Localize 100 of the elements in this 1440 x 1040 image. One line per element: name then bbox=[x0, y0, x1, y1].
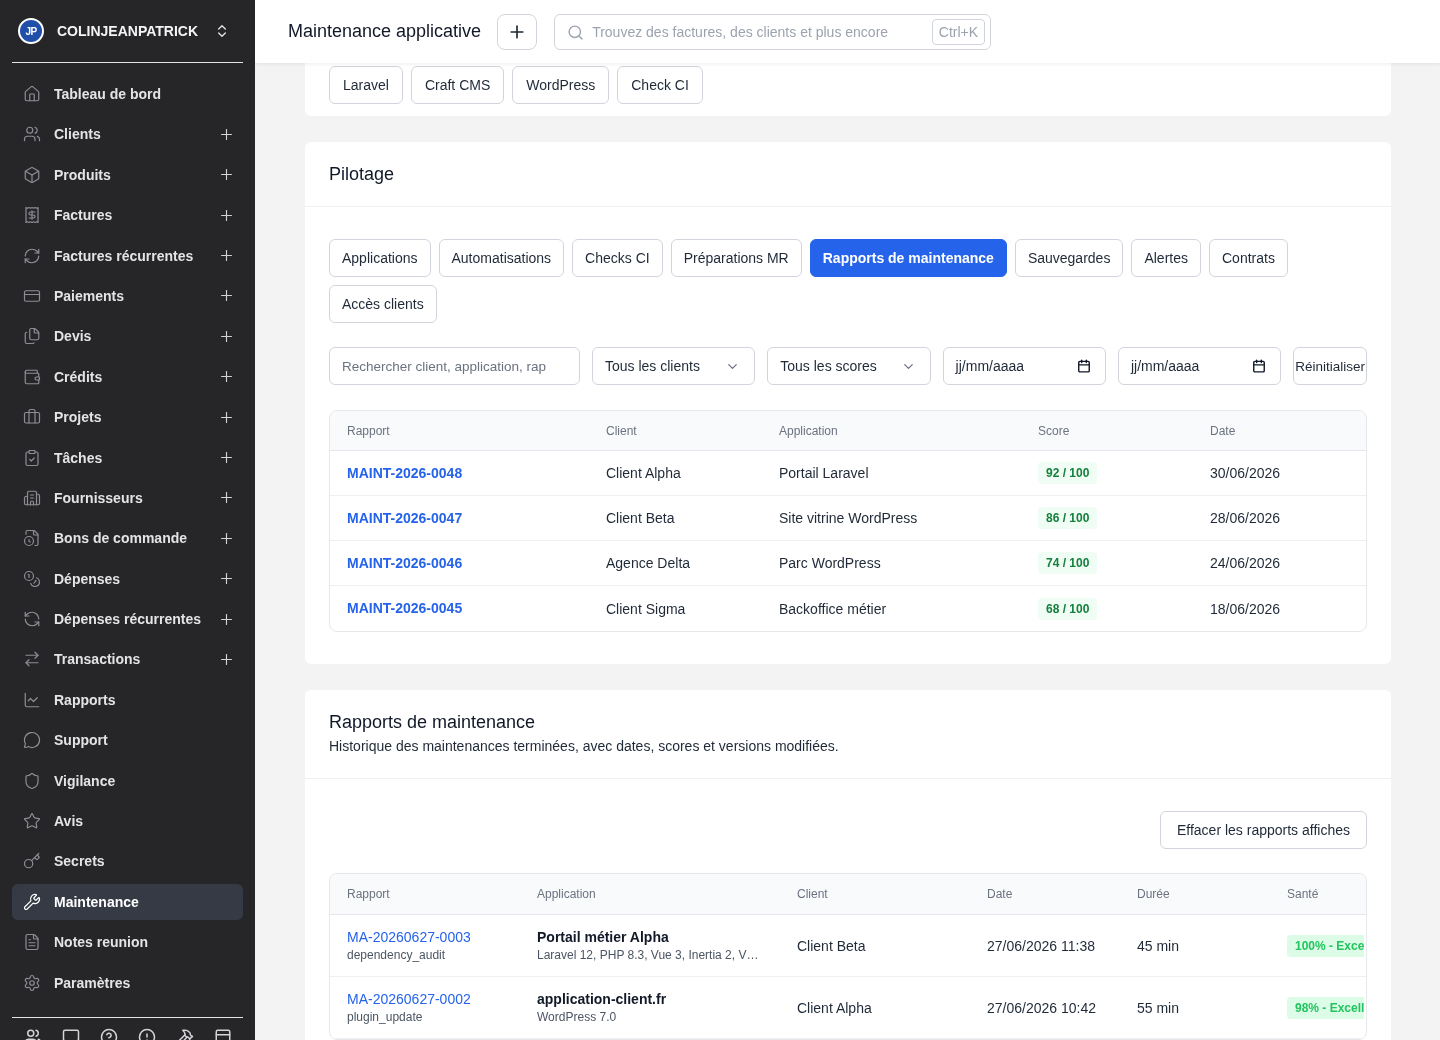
nav-item[interactable]: Factures bbox=[12, 197, 243, 234]
nav-item[interactable]: Paiements bbox=[12, 277, 243, 314]
tag-button[interactable]: Check CI bbox=[617, 66, 703, 104]
reset-button[interactable]: Réinitialiser bbox=[1293, 347, 1367, 385]
box-icon bbox=[23, 165, 41, 184]
tab[interactable]: Applications bbox=[329, 239, 431, 277]
table-cell: 45 min bbox=[1120, 915, 1270, 977]
nav-item[interactable]: Devis bbox=[12, 318, 243, 355]
plus-icon[interactable] bbox=[218, 449, 235, 466]
document-icon bbox=[23, 933, 41, 952]
clipboard-check-icon bbox=[23, 448, 41, 467]
refresh-icon bbox=[23, 610, 41, 629]
tag-button[interactable]: Craft CMS bbox=[410, 66, 505, 104]
tab[interactable]: Contrats bbox=[1209, 239, 1288, 277]
table-cell: 27/06/2026 11:38 bbox=[970, 915, 1120, 977]
report-link[interactable]: MA-20260627-0002 bbox=[347, 990, 471, 1009]
nav-item[interactable]: Produits bbox=[12, 156, 243, 193]
users-icon[interactable] bbox=[24, 1027, 42, 1040]
report-link[interactable]: MA-20260627-0003 bbox=[347, 928, 471, 947]
settings-icon bbox=[23, 973, 41, 992]
nav-item[interactable]: Dépenses récurrentes bbox=[12, 601, 243, 638]
column-header: Date bbox=[1193, 411, 1366, 451]
building-icon bbox=[23, 488, 41, 507]
nav-item[interactable]: Factures récurrentes bbox=[12, 237, 243, 274]
table-cell: Agence Delta bbox=[589, 541, 762, 586]
nav-item[interactable]: Paramètres bbox=[12, 964, 243, 1001]
coins-icon bbox=[23, 569, 41, 588]
table-cell: Client Alpha bbox=[780, 977, 970, 1039]
add-button[interactable] bbox=[497, 13, 538, 50]
table-cell: 24/06/2026 bbox=[1193, 541, 1366, 586]
nav-item[interactable]: Transactions bbox=[12, 641, 243, 678]
nav-item[interactable]: Secrets bbox=[12, 843, 243, 880]
nav-item[interactable]: Support bbox=[12, 722, 243, 759]
page-title: Maintenance applicative bbox=[288, 21, 482, 42]
table-cell: Client Alpha bbox=[589, 451, 762, 496]
search-field[interactable]: Rechercher client, application, rap bbox=[329, 347, 580, 385]
tag-button[interactable]: WordPress bbox=[512, 66, 610, 104]
filter-select[interactable]: Tous les clients bbox=[592, 347, 756, 385]
home-icon bbox=[23, 85, 41, 103]
score-badge: 86 / 100 bbox=[1038, 507, 1098, 529]
clear-reports-button[interactable]: Effacer les rapports affiches bbox=[1159, 811, 1367, 849]
nav-item[interactable]: Dépenses bbox=[12, 560, 243, 597]
nav-item[interactable]: Notes reunion bbox=[12, 924, 243, 961]
hammer-icon[interactable] bbox=[176, 1027, 194, 1040]
report-link[interactable]: MAINT-2026-0046 bbox=[347, 553, 463, 573]
line-chart-icon bbox=[23, 690, 41, 709]
nav-item[interactable]: Rapports bbox=[12, 681, 243, 718]
column-header: Application bbox=[762, 411, 1021, 451]
section-description: Historique des maintenances terminées, avec dates, scores et versions modifiées. bbox=[329, 737, 840, 756]
application-stack: WordPress 7.0 bbox=[537, 1009, 617, 1025]
application-name: Portail métier Alpha bbox=[537, 928, 669, 947]
report-link[interactable]: MAINT-2026-0045 bbox=[347, 599, 463, 618]
date-field[interactable]: jj/mm/aaaa bbox=[1117, 347, 1282, 385]
nav-item[interactable]: Bons de commande bbox=[12, 520, 243, 557]
filter-select[interactable]: Tous les scores bbox=[767, 347, 931, 385]
report-link[interactable]: MAINT-2026-0047 bbox=[347, 508, 463, 528]
table-cell: 55 min bbox=[1120, 977, 1270, 1039]
nav-item[interactable]: Maintenance bbox=[12, 883, 243, 920]
tab[interactable]: Préparations MR bbox=[670, 239, 802, 277]
tab[interactable]: Rapports de maintenance bbox=[809, 239, 1007, 277]
column-header: Rapport bbox=[330, 411, 589, 451]
report-link[interactable]: MAINT-2026-0048 bbox=[347, 463, 463, 483]
panel-icon[interactable] bbox=[214, 1027, 232, 1040]
table-cell-text: Backoffice métier bbox=[778, 599, 888, 619]
shield-icon bbox=[23, 771, 41, 790]
column-header: Client bbox=[589, 411, 762, 451]
help-icon[interactable] bbox=[100, 1027, 118, 1040]
alert-icon[interactable] bbox=[138, 1027, 156, 1040]
health-badge: 98% - Excell bbox=[1287, 996, 1365, 1019]
date-field[interactable]: jj/mm/aaaa bbox=[942, 347, 1106, 385]
chat-bubble-icon bbox=[23, 731, 41, 750]
workspace-name[interactable]: COLINJEANPATRICK bbox=[57, 23, 201, 39]
table-cell: 27/06/2026 10:42 bbox=[970, 977, 1120, 1039]
nav-item[interactable]: Projets bbox=[12, 399, 243, 436]
column-header: Client bbox=[780, 874, 970, 915]
wallet-icon bbox=[23, 367, 41, 386]
briefcase-icon bbox=[23, 408, 41, 427]
column-header: Application bbox=[520, 874, 780, 915]
monitor-icon[interactable] bbox=[62, 1027, 80, 1040]
nav-item[interactable]: Clients bbox=[12, 116, 243, 153]
nav-item[interactable]: Vigilance bbox=[12, 762, 243, 799]
brand-logo: JP bbox=[18, 18, 44, 44]
score-badge: 74 / 100 bbox=[1038, 552, 1098, 574]
tab[interactable]: Accès clients bbox=[329, 285, 437, 323]
tab[interactable]: Automatisations bbox=[438, 239, 565, 277]
key-icon bbox=[23, 852, 41, 871]
nav-item[interactable]: Tâches bbox=[12, 439, 243, 476]
search-icon bbox=[567, 23, 585, 41]
nav-item[interactable]: Fournisseurs bbox=[12, 479, 243, 516]
tab[interactable]: Sauvegardes bbox=[1014, 239, 1124, 277]
nav-item[interactable]: Avis bbox=[12, 803, 243, 840]
tag-button[interactable]: Laravel bbox=[329, 66, 403, 104]
tab[interactable]: Checks CI bbox=[572, 239, 663, 277]
section-title: Pilotage bbox=[329, 163, 396, 186]
tab[interactable]: Alertes bbox=[1131, 239, 1201, 277]
star-icon bbox=[23, 812, 41, 831]
section-title: Rapports de maintenance bbox=[329, 711, 537, 734]
nav-item[interactable]: Tableau de bord bbox=[12, 76, 243, 112]
nav-item[interactable]: Crédits bbox=[12, 358, 243, 395]
table-cell: Parc WordPress bbox=[762, 541, 1021, 586]
